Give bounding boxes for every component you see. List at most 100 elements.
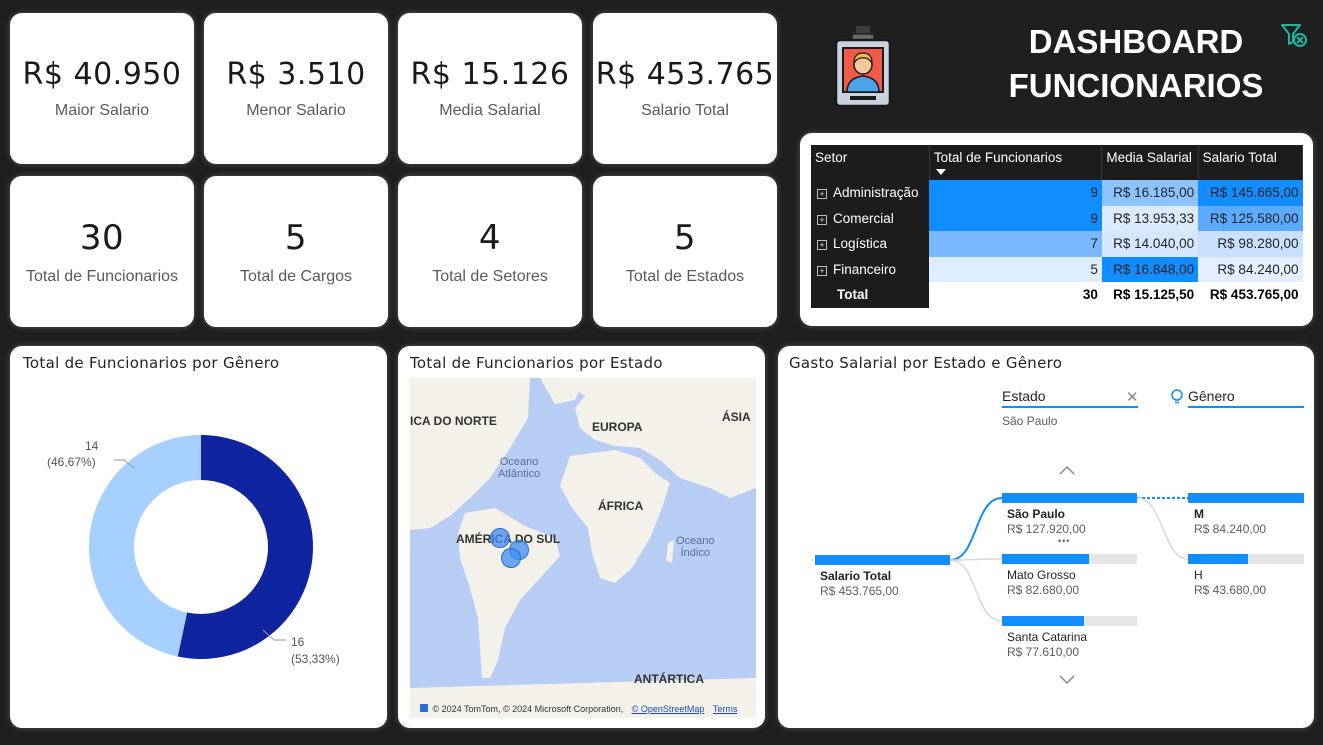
expand-icon[interactable]: + [817, 240, 827, 251]
row-label[interactable]: + Comercial [811, 205, 930, 231]
visual-title: Total de Funcionarios por Estado [410, 354, 663, 372]
table-row[interactable]: + Administração 9 R$ 16.185,00 R$ 145.665… [811, 180, 1303, 206]
kpi-card-media-salarial: R$ 15.126 Media Salarial [398, 13, 582, 164]
row-label[interactable]: + Logística [811, 231, 930, 257]
bubble-map[interactable]: ICA DO NORTE EUROPA ÁSIA ÁFRICA AMÉRICA … [410, 378, 756, 718]
more-items-indicator[interactable]: ••• [1058, 536, 1070, 546]
kpi-value: 30 [79, 217, 125, 258]
genero-value: R$ 43.680,00 [1194, 583, 1267, 597]
genero-bar-track[interactable] [1188, 493, 1304, 503]
kpi-card-total-funcionarios: 30 Total de Funcionarios [10, 176, 194, 327]
root-bar-track[interactable] [815, 555, 950, 565]
total-salario: R$ 453.765,00 [1198, 282, 1303, 308]
estado-bar [1002, 554, 1090, 564]
table-row[interactable]: + Financeiro 5 R$ 16.848,00 R$ 84.240,00 [811, 256, 1303, 282]
kpi-label: Menor Salario [246, 102, 346, 119]
genero-value: R$ 84.240,00 [1194, 522, 1267, 536]
estado-bar-track[interactable] [1002, 616, 1137, 626]
estado-value: R$ 82.680,00 [1007, 583, 1080, 597]
label-indian-ocean: Oceano Índico [676, 535, 715, 559]
root-value: R$ 453.765,00 [820, 584, 899, 598]
genero-bar-track[interactable] [1188, 554, 1304, 564]
total-media: R$ 15.125,50 [1101, 282, 1199, 308]
gender-donut-card: Total de Funcionarios por Gênero 14 (46,… [10, 346, 387, 728]
ocean-name: Índico [680, 547, 710, 559]
column-header-setor[interactable]: Setor [811, 145, 930, 180]
title-line-1: DASHBOARD [1028, 23, 1244, 60]
kpi-card-salario-total: R$ 453.765 Salario Total [593, 13, 777, 164]
estado-bar-track[interactable] [1002, 493, 1137, 503]
osm-link[interactable]: © OpenStreetMap [632, 704, 705, 714]
column-header-media-salarial[interactable]: Media Salarial [1101, 145, 1199, 180]
root-bar [815, 555, 950, 565]
estado-label: Mato Grosso [1007, 568, 1076, 582]
kpi-label: Total de Setores [432, 267, 548, 285]
kpi-value: 5 [284, 217, 308, 258]
cell-total: 7 [929, 231, 1102, 257]
estado-value: R$ 77.610,00 [1007, 645, 1080, 659]
genero-label: H [1194, 568, 1203, 582]
label-asia: ÁSIA [722, 410, 751, 424]
attribution-text: © 2024 TomTom, © 2024 Microsoft Corporat… [432, 704, 624, 714]
clear-filter-icon[interactable] [1280, 22, 1308, 48]
setor-name: Comercial [833, 210, 894, 226]
estado-label: São Paulo [1007, 507, 1066, 521]
setor-name: Logística [833, 236, 888, 252]
estado-bar-track[interactable] [1002, 554, 1137, 564]
kpi-card-total-cargos: 5 Total de Cargos [204, 176, 388, 327]
map-bubble[interactable] [490, 528, 510, 548]
cell-media: R$ 16.848,00 [1101, 256, 1199, 282]
map-attribution: © 2024 TomTom, © 2024 Microsoft Corporat… [420, 704, 737, 714]
ocean-word: Oceano [676, 535, 715, 547]
setor-name: Administração [833, 185, 919, 201]
cell-salario: R$ 125.580,00 [1198, 205, 1303, 231]
matrix-card: Setor Total de Funcionarios Media Salari… [800, 133, 1313, 326]
ocean-name: Atlântico [498, 468, 541, 480]
table-row[interactable]: + Comercial 9 R$ 13.953,33 R$ 125.580,00 [811, 205, 1303, 231]
total-count: 30 [929, 282, 1102, 308]
terms-link[interactable]: Terms [713, 704, 738, 714]
dashboard-title: DASHBOARD FUNCIONARIOS [1000, 20, 1272, 108]
genero-bar [1188, 554, 1249, 564]
estado-label: Santa Catarina [1007, 630, 1088, 644]
cell-total: 5 [929, 256, 1102, 282]
kpi-label: Maior Salario [54, 102, 150, 119]
kpi-label: Media Salarial [439, 102, 541, 119]
column-header-total-funcionarios[interactable]: Total de Funcionarios [929, 145, 1103, 180]
expand-icon[interactable]: + [817, 265, 827, 276]
expand-icon[interactable]: + [817, 189, 827, 200]
cell-salario: R$ 84.240,00 [1198, 256, 1303, 282]
kpi-card-menor-salario: R$ 3.510 Menor Salario [204, 13, 388, 164]
bing-logo-icon [420, 704, 428, 712]
map-bubble[interactable] [501, 548, 521, 568]
row-label[interactable]: + Financeiro [811, 256, 930, 282]
table-total-row: Total 30 R$ 15.125,50 R$ 453.765,00 [811, 282, 1303, 308]
kpi-card-total-setores: 4 Total de Setores [398, 176, 582, 327]
kpi-label: Total de Cargos [239, 267, 353, 285]
cell-media: R$ 16.185,00 [1101, 180, 1199, 206]
table-row[interactable]: + Logística 7 R$ 14.040,00 R$ 98.280,00 [811, 231, 1303, 257]
employee-badge-icon [834, 26, 892, 108]
kpi-card-maior-salario: R$ 40.950 Maior Salario [10, 13, 194, 164]
label-antarctica: ANTÁRTICA [634, 672, 704, 686]
root-label: Salario Total [820, 569, 892, 583]
column-header-salario-total[interactable]: Salario Total [1198, 145, 1304, 180]
kpi-value: R$ 453.765 [595, 57, 775, 92]
row-label[interactable]: + Administração [811, 180, 930, 206]
decomposition-tree-card: Gasto Salarial por Estado e Gênero Estad… [778, 346, 1314, 728]
label-atlantic-ocean: Oceano Atlântico [498, 456, 540, 480]
expand-icon[interactable]: + [817, 214, 827, 225]
genero-label: M [1194, 507, 1204, 521]
estado-bar [1002, 616, 1084, 626]
cell-media: R$ 13.953,33 [1101, 205, 1199, 231]
cell-total: 9 [929, 180, 1102, 206]
label-africa: ÁFRICA [598, 499, 644, 513]
cell-salario: R$ 145.665,00 [1198, 180, 1303, 206]
sector-matrix: Setor Total de Funcionarios Media Salari… [811, 145, 1304, 308]
gender-donut-chart: 14 (46,67%) 16 (53,33%) [47, 435, 340, 666]
donut-slice-14[interactable] [89, 435, 201, 657]
cell-salario: R$ 98.280,00 [1198, 231, 1303, 257]
genero-bar [1188, 493, 1304, 503]
setor-name: Financeiro [833, 261, 897, 277]
cell-media: R$ 14.040,00 [1101, 231, 1199, 257]
